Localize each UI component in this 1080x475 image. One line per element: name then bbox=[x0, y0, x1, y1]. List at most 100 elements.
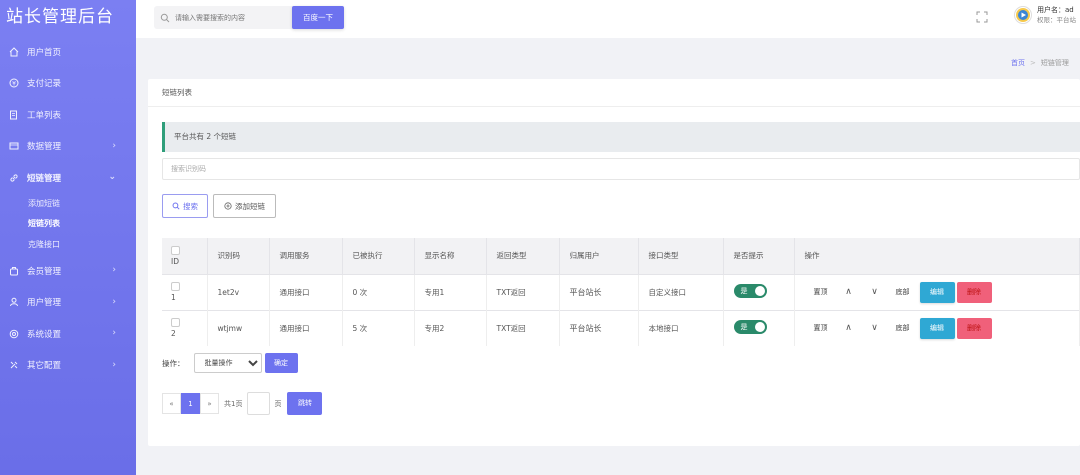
cell-id: 2 bbox=[162, 309, 208, 346]
next-page-button[interactable]: » bbox=[200, 393, 219, 414]
col-service: 调用服务 bbox=[269, 238, 343, 274]
row-checkbox[interactable] bbox=[171, 282, 180, 291]
total-pages: 共1页 bbox=[224, 399, 243, 408]
table-row: 1 1et2v 通用接口 0 次 专用1 TXT返回 平台站长 自定义接口 是 bbox=[162, 273, 1080, 310]
edit-button[interactable]: 编辑 bbox=[919, 281, 955, 303]
pagination: « 1 » 共1页 页 跳转 bbox=[162, 392, 323, 415]
sidebar-item-other-config[interactable]: 其它配置 › bbox=[0, 350, 136, 382]
sidebar-item-payments[interactable]: ¥ 支付记录 bbox=[0, 68, 136, 100]
page-1-button[interactable]: 1 bbox=[181, 393, 200, 414]
cell-prompt: 是 bbox=[723, 273, 795, 310]
cell-code: 1et2v bbox=[207, 273, 270, 310]
move-bottom-link[interactable]: 底部 bbox=[896, 323, 910, 333]
page-jump-input[interactable] bbox=[247, 392, 271, 415]
home-icon bbox=[8, 46, 20, 58]
filter-search-button[interactable]: 搜索 bbox=[162, 194, 208, 218]
move-top-link[interactable]: 置顶 bbox=[814, 323, 828, 333]
cell-actions: 置顶 ∧ ∨ 底部 编辑 删除 bbox=[794, 273, 1080, 310]
cell-runs: 0 次 bbox=[342, 273, 415, 310]
cell-code: wtjmw bbox=[207, 309, 270, 346]
delete-button[interactable]: 删除 bbox=[956, 317, 992, 339]
chevron-right-icon: › bbox=[112, 265, 116, 275]
breadcrumb-home[interactable]: 首页 bbox=[1011, 59, 1025, 67]
yen-icon: ¥ bbox=[8, 77, 20, 89]
edit-button[interactable]: 编辑 bbox=[919, 317, 955, 339]
sidebar-item-shortlinks[interactable]: 短链管理 ⌄ bbox=[0, 162, 136, 194]
col-owner: 归属用户 bbox=[559, 238, 639, 274]
move-bottom-link[interactable]: 底部 bbox=[896, 287, 910, 297]
sidebar-item-tickets[interactable]: 工单列表 bbox=[0, 99, 136, 131]
move-up-icon[interactable]: ∧ bbox=[836, 287, 862, 297]
search-button[interactable]: 百度一下 bbox=[292, 6, 344, 29]
sidebar: 站长管理后台 用户首页 ¥ 支付记录 工单列表 数据管理 › 短链管理 ⌄ 添加… bbox=[0, 0, 136, 475]
sidebar-item-members[interactable]: 会员管理 › bbox=[0, 255, 136, 287]
cell-name: 专用1 bbox=[414, 273, 487, 310]
cell-service: 通用接口 bbox=[269, 309, 343, 346]
sidebar-item-users[interactable]: 用户管理 › bbox=[0, 287, 136, 319]
code-filter-input[interactable]: 搜索识别码 bbox=[162, 158, 1080, 180]
prompt-toggle[interactable]: 是 bbox=[733, 284, 767, 298]
breadcrumb: 首页 > 短链管理 bbox=[1011, 58, 1069, 68]
sidebar-item-label: 短链管理 bbox=[27, 173, 62, 184]
col-code: 识别码 bbox=[207, 238, 270, 274]
plus-circle-icon bbox=[224, 202, 232, 210]
select-all-checkbox[interactable] bbox=[171, 245, 180, 255]
shortlink-table: ID 识别码 调用服务 已被执行 显示名称 返回类型 归属用户 接口类型 是否提… bbox=[162, 238, 1080, 346]
user-name: 用户名：ad bbox=[1037, 6, 1074, 14]
prev-page-button[interactable]: « bbox=[162, 393, 181, 414]
sidebar-nav: 用户首页 ¥ 支付记录 工单列表 数据管理 › 短链管理 ⌄ 添加短链 短链列表… bbox=[0, 36, 136, 381]
breadcrumb-current: 短链管理 bbox=[1040, 59, 1069, 67]
user-menu[interactable]: 用户名：ad 权限：平台站 bbox=[1014, 5, 1076, 25]
link-icon bbox=[8, 172, 20, 184]
submenu-clone-api[interactable]: 克隆接口 bbox=[28, 235, 136, 256]
chevron-right-icon: › bbox=[112, 296, 116, 307]
cell-name: 专用2 bbox=[414, 309, 487, 346]
move-down-icon[interactable]: ∨ bbox=[862, 323, 888, 333]
col-runs: 已被执行 bbox=[342, 238, 415, 274]
prompt-toggle[interactable]: 是 bbox=[733, 320, 767, 335]
add-shortlink-button[interactable]: 添加短链 bbox=[213, 194, 276, 218]
move-top-link[interactable]: 置顶 bbox=[814, 287, 828, 297]
search-icon bbox=[160, 13, 170, 23]
bulk-confirm-button[interactable]: 确定 bbox=[264, 353, 298, 373]
cell-actions: 置顶 ∧ ∨ 底部 编辑 删除 bbox=[794, 309, 1080, 346]
filter-search-label: 搜索 bbox=[183, 201, 198, 211]
delete-button[interactable]: 删除 bbox=[956, 281, 992, 303]
chevron-right-icon: › bbox=[112, 359, 116, 370]
database-icon bbox=[8, 140, 20, 152]
move-down-icon[interactable]: ∨ bbox=[862, 287, 888, 297]
cell-return-type: TXT返回 bbox=[486, 309, 560, 346]
submenu-shortlink-list[interactable]: 短链列表 bbox=[28, 214, 136, 235]
sidebar-item-label: 用户管理 bbox=[27, 298, 62, 309]
fullscreen-icon[interactable] bbox=[976, 11, 988, 23]
chevron-down-icon: ⌄ bbox=[108, 172, 116, 182]
move-up-icon[interactable]: ∧ bbox=[836, 323, 862, 333]
sidebar-item-label: 系统设置 bbox=[27, 329, 62, 340]
submenu-add-shortlink[interactable]: 添加短链 bbox=[28, 194, 136, 215]
topbar: 百度一下 用户名：ad 权限：平台站 bbox=[136, 0, 1080, 38]
search-icon bbox=[172, 202, 180, 210]
sidebar-item-settings[interactable]: 系统设置 › bbox=[0, 318, 136, 350]
bulk-action-select[interactable]: 批量操作 bbox=[193, 353, 262, 373]
table-row: 2 wtjmw 通用接口 5 次 专用2 TXT返回 平台站长 本地接口 是 置… bbox=[162, 309, 1080, 346]
cell-api-type: 自定义接口 bbox=[638, 273, 724, 310]
sidebar-item-label: 会员管理 bbox=[27, 266, 62, 277]
sidebar-item-label: 工单列表 bbox=[27, 110, 62, 121]
cell-owner: 平台站长 bbox=[559, 309, 639, 346]
sidebar-item-home[interactable]: 用户首页 bbox=[0, 36, 136, 68]
sidebar-item-data[interactable]: 数据管理 › bbox=[0, 131, 136, 163]
cell-service: 通用接口 bbox=[269, 273, 343, 310]
sidebar-item-label: 数据管理 bbox=[27, 142, 62, 153]
row-checkbox[interactable] bbox=[171, 318, 180, 328]
settings-icon bbox=[8, 328, 20, 340]
search-input[interactable] bbox=[175, 13, 285, 22]
members-icon bbox=[8, 265, 20, 277]
cell-api-type: 本地接口 bbox=[638, 309, 724, 346]
sidebar-item-label: 支付记录 bbox=[27, 79, 62, 90]
jump-button[interactable]: 跳转 bbox=[287, 392, 323, 415]
user-role: 权限：平台站 bbox=[1037, 16, 1076, 24]
col-actions: 操作 bbox=[794, 238, 1080, 274]
col-api-type: 接口类型 bbox=[638, 238, 724, 274]
app-title: 站长管理后台 bbox=[6, 7, 114, 27]
breadcrumb-separator: > bbox=[1030, 59, 1036, 67]
